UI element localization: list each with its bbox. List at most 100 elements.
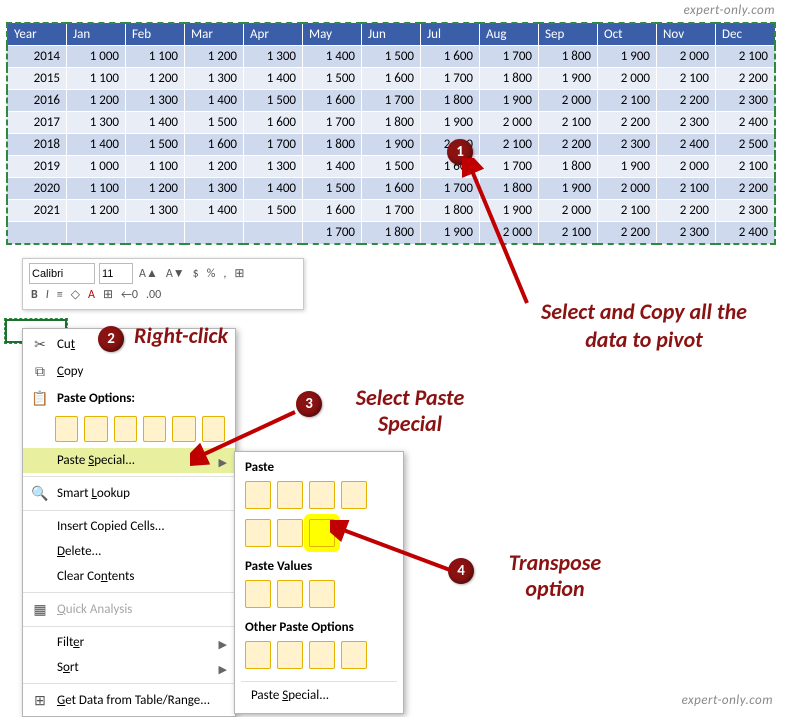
paste-option-icon[interactable] <box>143 416 166 442</box>
table-cell[interactable]: 1 200 <box>126 178 185 200</box>
table-cell[interactable]: 1 400 <box>185 90 244 112</box>
font-name-input[interactable] <box>29 263 95 284</box>
col-header[interactable]: Year <box>7 23 67 46</box>
table-cell[interactable]: 1 800 <box>303 134 362 156</box>
table-cell[interactable]: 2 400 <box>716 112 776 134</box>
table-cell[interactable]: 1 300 <box>67 112 126 134</box>
table-cell[interactable]: 1 200 <box>67 200 126 222</box>
format-table-icon[interactable]: ⊞ <box>232 266 246 281</box>
table-cell[interactable]: 2 000 <box>480 112 539 134</box>
col-header[interactable]: Feb <box>126 23 185 46</box>
table-cell[interactable]: 1 900 <box>362 134 421 156</box>
table-cell[interactable]: 2 400 <box>657 134 716 156</box>
table-cell[interactable]: 1 400 <box>303 46 362 68</box>
table-cell[interactable]: 1 400 <box>244 178 303 200</box>
table-cell[interactable]: 1 800 <box>421 90 480 112</box>
table-cell[interactable]: 2017 <box>7 112 67 134</box>
table-cell[interactable] <box>67 222 126 245</box>
table-cell[interactable]: 2 300 <box>657 222 716 245</box>
table-cell[interactable]: 2 000 <box>539 200 598 222</box>
increase-font-icon[interactable]: A▲ <box>137 266 160 281</box>
table-cell[interactable]: 2 300 <box>716 200 776 222</box>
table-cell[interactable] <box>126 222 185 245</box>
table-cell[interactable]: 2014 <box>7 46 67 68</box>
table-cell[interactable]: 2 100 <box>539 222 598 245</box>
table-cell[interactable]: 1 800 <box>480 68 539 90</box>
table-cell[interactable]: 1 600 <box>303 200 362 222</box>
table-cell[interactable]: 2 100 <box>480 134 539 156</box>
table-cell[interactable]: 2020 <box>7 178 67 200</box>
table-cell[interactable]: 2 000 <box>539 90 598 112</box>
table-cell[interactable]: 1 900 <box>539 68 598 90</box>
table-cell[interactable]: 1 800 <box>362 222 421 245</box>
table-cell[interactable]: 1 300 <box>244 46 303 68</box>
decrease-decimal-icon[interactable]: ←0 <box>119 288 140 302</box>
table-row[interactable]: 20181 4001 5001 6001 7001 8001 9002 0002… <box>7 134 775 156</box>
col-header[interactable]: Apr <box>244 23 303 46</box>
table-cell[interactable]: 1 700 <box>303 222 362 245</box>
borders-icon[interactable]: ⊞ <box>101 287 115 302</box>
table-cell[interactable]: 2 200 <box>539 134 598 156</box>
percent-icon[interactable]: % <box>205 267 218 281</box>
menu-filter[interactable]: Filter ▶ <box>23 630 235 655</box>
table-cell[interactable]: 1 600 <box>244 112 303 134</box>
col-header[interactable]: May <box>303 23 362 46</box>
table-cell[interactable]: 2 100 <box>716 156 776 178</box>
table-cell[interactable]: 2 000 <box>598 178 657 200</box>
table-cell[interactable]: 1 500 <box>303 68 362 90</box>
font-color-icon[interactable]: A <box>86 288 97 302</box>
table-row[interactable]: 20151 1001 2001 3001 4001 5001 6001 7001… <box>7 68 775 90</box>
currency-icon[interactable]: $ <box>191 267 201 281</box>
paste-formulas-number-icon[interactable] <box>309 481 335 509</box>
fill-color-icon[interactable]: ◇ <box>69 287 82 302</box>
decrease-font-icon[interactable]: A▼ <box>164 266 187 281</box>
table-cell[interactable]: 1 100 <box>126 46 185 68</box>
table-cell[interactable]: 1 200 <box>126 68 185 90</box>
table-cell[interactable]: 1 800 <box>539 46 598 68</box>
paste-picture-icon[interactable] <box>309 641 335 669</box>
font-size-input[interactable] <box>99 263 133 284</box>
col-header[interactable]: Dec <box>716 23 776 46</box>
table-cell[interactable]: 1 700 <box>303 112 362 134</box>
paste-keep-widths-icon[interactable] <box>277 519 303 547</box>
comma-icon[interactable]: , <box>221 267 228 281</box>
table-cell[interactable]: 2 100 <box>716 46 776 68</box>
table-cell[interactable]: 2 200 <box>657 200 716 222</box>
table-cell[interactable]: 2 200 <box>716 178 776 200</box>
table-cell[interactable]: 1 500 <box>303 178 362 200</box>
table-cell[interactable]: 1 900 <box>598 46 657 68</box>
table-cell[interactable]: 1 700 <box>480 46 539 68</box>
table-cell[interactable]: 2 200 <box>716 68 776 90</box>
table-cell[interactable]: 1 300 <box>126 90 185 112</box>
table-cell[interactable]: 2 000 <box>657 46 716 68</box>
table-cell[interactable]: 2 100 <box>539 112 598 134</box>
align-icon[interactable]: ≡ <box>55 288 65 302</box>
paste-option-icon[interactable] <box>84 416 107 442</box>
table-cell[interactable]: 1 600 <box>303 90 362 112</box>
table-cell[interactable]: 2 200 <box>598 222 657 245</box>
data-table[interactable]: YearJanFebMarAprMayJunJulAugSepOctNovDec… <box>6 22 776 245</box>
table-cell[interactable]: 1 200 <box>67 90 126 112</box>
paste-formatting-icon[interactable] <box>245 641 271 669</box>
table-cell[interactable]: 1 900 <box>598 156 657 178</box>
table-cell[interactable]: 2 500 <box>716 134 776 156</box>
col-header[interactable]: Jul <box>421 23 480 46</box>
table-cell[interactable]: 1 300 <box>185 178 244 200</box>
table-cell[interactable]: 2 400 <box>716 222 776 245</box>
table-cell[interactable]: 1 000 <box>67 46 126 68</box>
table-cell[interactable]: 2018 <box>7 134 67 156</box>
table-cell[interactable]: 2 000 <box>598 68 657 90</box>
table-cell[interactable]: 2 200 <box>657 90 716 112</box>
table-cell[interactable]: 1 600 <box>362 178 421 200</box>
table-cell[interactable]: 2 100 <box>657 68 716 90</box>
table-cell[interactable] <box>7 222 67 245</box>
col-header[interactable]: Jun <box>362 23 421 46</box>
table-cell[interactable]: 1 000 <box>67 156 126 178</box>
table-cell[interactable]: 1 600 <box>421 46 480 68</box>
table-cell[interactable]: 1 500 <box>185 112 244 134</box>
col-header[interactable]: Aug <box>480 23 539 46</box>
table-cell[interactable]: 1 600 <box>185 134 244 156</box>
table-cell[interactable]: 1 600 <box>362 68 421 90</box>
table-cell[interactable]: 1 100 <box>126 156 185 178</box>
table-cell[interactable]: 1 900 <box>480 90 539 112</box>
